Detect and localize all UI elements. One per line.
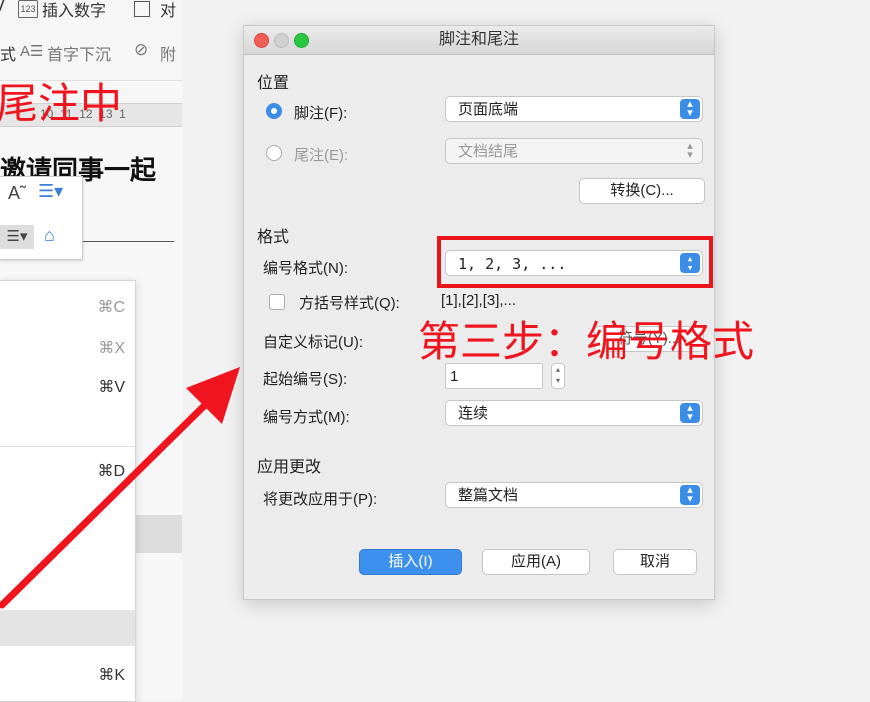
red-arrow-icon bbox=[0, 367, 240, 609]
